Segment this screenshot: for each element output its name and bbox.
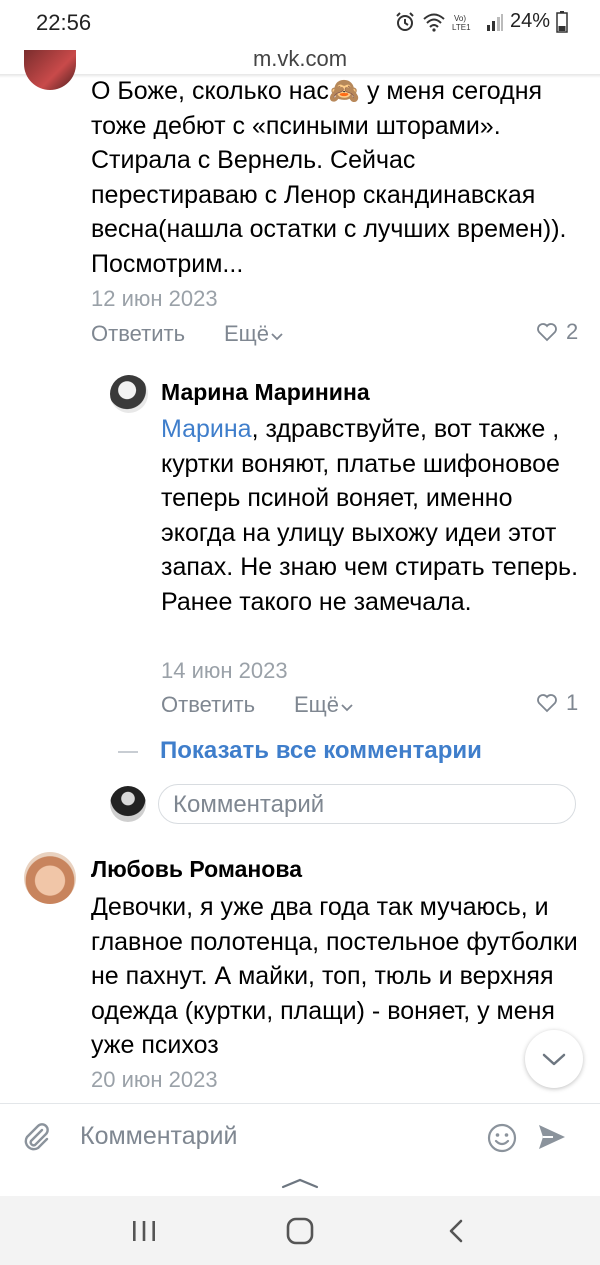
comment-input[interactable]: Комментарий [158,784,576,824]
like-button[interactable]: 1 [536,690,578,716]
chevron-down-icon [271,333,283,341]
reply-button[interactable]: Ответить [91,321,185,347]
alarm-icon [396,11,414,31]
more-button[interactable]: Ещё [294,692,353,718]
home-icon[interactable] [285,1216,315,1246]
comment-input-placeholder: Комментарий [173,791,325,818]
scroll-down-button[interactable] [525,1030,583,1088]
attach-icon[interactable] [20,1120,52,1154]
chevron-down-icon [542,1053,566,1066]
avatar[interactable] [24,852,76,904]
comment-date[interactable]: 20 июн 2023 [91,1067,218,1093]
comment-date[interactable]: 12 июн 2023 [91,286,218,312]
like-count: 2 [566,319,579,344]
comment-text: Марина, здравствуйте, вот также , куртки… [161,412,581,619]
reply-button[interactable]: Ответить [161,692,255,718]
status-bar: 22:56 Vo) LTE1 24% [0,0,600,46]
back-icon[interactable] [444,1218,470,1244]
heart-icon [537,694,557,713]
more-label: Ещё [294,692,340,717]
emoji-icon[interactable] [486,1122,518,1154]
svg-text:LTE1: LTE1 [452,23,471,32]
wifi-icon [423,13,445,32]
more-button[interactable]: Ещё [224,321,283,347]
bottom-comment-bar: Комментарий [0,1103,600,1170]
status-time: 22:56 [36,10,92,35]
sheet-handle[interactable] [0,1169,600,1196]
more-label: Ещё [224,321,270,346]
heart-icon [537,323,557,342]
chevron-down-icon [341,704,353,712]
comment-text: Девочки, я уже два года так мучаюсь, и г… [91,893,578,1059]
svg-text:Vo): Vo) [454,14,466,23]
send-icon[interactable] [536,1122,568,1152]
system-nav-bar [0,1196,600,1265]
thread-line [118,751,138,753]
recent-apps-icon[interactable] [130,1218,158,1244]
my-avatar [110,786,146,822]
volte-icon: Vo) LTE1 [452,14,471,32]
chevron-up-icon [281,1178,319,1189]
browser-url[interactable]: m.vk.com [0,46,600,76]
comment-author[interactable]: Любовь Романова [91,856,302,883]
signal-icon [486,13,503,31]
like-button[interactable]: 2 [536,319,578,345]
mention-link[interactable]: Марина [161,415,252,443]
bottom-comment-input[interactable]: Комментарий [80,1122,237,1151]
comment-text: О Боже, сколько нас🙈 у меня сегодня тоже… [91,77,567,278]
avatar[interactable] [110,375,148,413]
like-count: 1 [566,690,579,715]
comment-body: , здравствуйте, вот также , куртки воняю… [161,415,579,616]
battery-icon [556,10,568,33]
battery-percent: 24% [509,10,550,32]
comment-author[interactable]: Марина Маринина [161,379,370,406]
comment-date[interactable]: 14 июн 2023 [161,658,288,684]
show-all-comments-link[interactable]: Показать все комментарии [160,737,482,765]
status-icons: Vo) LTE1 24% [394,10,568,33]
avatar[interactable] [24,50,76,90]
